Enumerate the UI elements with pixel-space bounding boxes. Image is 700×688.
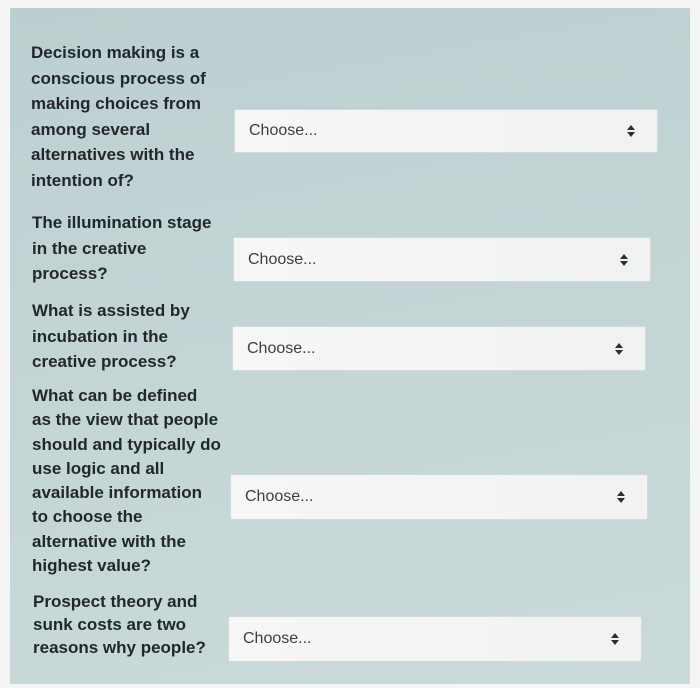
quiz-panel: Decision making is a conscious process o… [10, 8, 690, 684]
updown-arrows-icon [615, 342, 623, 355]
updown-arrows-icon [627, 125, 635, 137]
select-value-3: Choose... [247, 339, 316, 357]
select-value-1: Choose... [249, 122, 318, 139]
question-text-1: Decision making is a conscious process o… [31, 43, 206, 190]
updown-arrows-icon [617, 491, 625, 503]
updown-arrows-icon [611, 633, 619, 645]
answer-select-3[interactable]: Choose... [232, 326, 646, 371]
answer-select-4[interactable]: Choose... [230, 474, 648, 520]
question-text-2: The illumination stage in the creative p… [32, 213, 212, 283]
select-value-5: Choose... [243, 630, 312, 647]
select-value-2: Choose... [248, 250, 317, 268]
select-value-4: Choose... [245, 488, 314, 505]
question-text-3: What is assisted by incubation in the cr… [32, 301, 190, 371]
answer-select-5[interactable]: Choose... [228, 616, 642, 662]
question-text-4: What can be defined as the view that peo… [32, 386, 221, 576]
answer-select-2[interactable]: Choose... [233, 237, 651, 282]
updown-arrows-icon [620, 253, 628, 266]
answer-select-1[interactable]: Choose... [234, 109, 658, 153]
question-text-5: Prospect theory and sunk costs are two r… [33, 592, 206, 657]
